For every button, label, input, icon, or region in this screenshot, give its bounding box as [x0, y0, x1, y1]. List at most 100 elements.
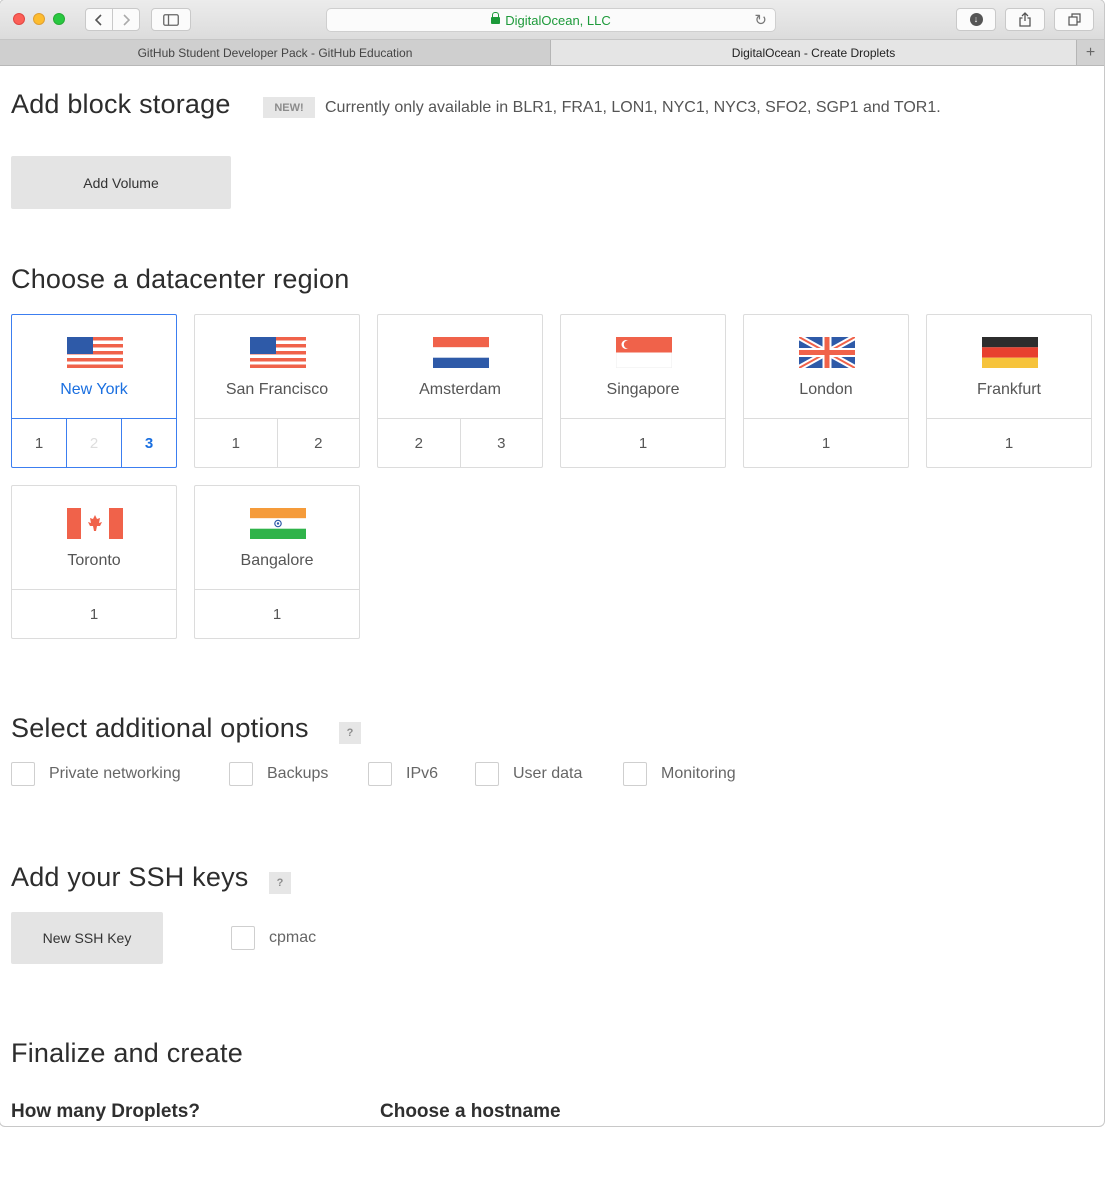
tab-label: GitHub Student Developer Pack - GitHub E… — [137, 45, 413, 60]
uk-flag-icon — [799, 337, 855, 368]
reload-icon[interactable]: ↻ — [754, 11, 767, 29]
options-help-icon[interactable]: ? — [339, 722, 361, 744]
us-flag-icon — [67, 337, 123, 368]
germany-flag-icon — [982, 337, 1038, 368]
ssh-key-cpmac[interactable]: cpmac — [231, 926, 316, 950]
datacenter-options: 1 — [561, 418, 725, 468]
region-name: Singapore — [606, 381, 680, 398]
share-button[interactable] — [1005, 8, 1045, 31]
option-label: Backups — [267, 765, 329, 782]
ssh-help-icon[interactable]: ? — [269, 872, 291, 894]
datacenter-options: 1 — [744, 418, 908, 468]
region-section-title: Choose a datacenter region — [11, 264, 350, 294]
browser-toolbar: DigitalOcean, LLC ↻ ↓ — [0, 0, 1104, 40]
ssh-key-label: cpmac — [269, 929, 317, 946]
tab-github-education[interactable]: GitHub Student Developer Pack - GitHub E… — [0, 40, 551, 65]
india-flag-icon — [250, 508, 306, 539]
option-backups[interactable]: Backups — [229, 762, 328, 786]
option-user-data[interactable]: User data — [475, 762, 582, 786]
canada-flag-icon — [67, 508, 123, 539]
region-amsterdam[interactable]: Amsterdam 2 3 — [377, 314, 543, 468]
chevron-right-icon — [123, 13, 130, 26]
datacenter-options: 1 — [12, 589, 176, 639]
sidebar-toggle-button[interactable] — [151, 8, 191, 31]
option-label: User data — [513, 765, 583, 782]
datacenter-option[interactable]: 2 — [276, 419, 360, 468]
hostname-label: Choose a hostname — [380, 1101, 561, 1122]
region-bangalore[interactable]: Bangalore 1 — [194, 485, 360, 639]
datacenter-option[interactable]: 1 — [927, 419, 1091, 468]
region-london[interactable]: London 1 — [743, 314, 909, 468]
datacenter-options: 1 2 — [195, 418, 359, 468]
download-icon: ↓ — [969, 13, 983, 26]
option-monitoring[interactable]: Monitoring — [623, 762, 736, 786]
datacenter-options: 1 — [195, 589, 359, 639]
lock-icon — [491, 12, 501, 25]
singapore-flag-icon — [616, 337, 672, 368]
finalize-section-title: Finalize and create — [11, 1038, 243, 1068]
forward-button[interactable] — [112, 9, 139, 30]
region-name: Toronto — [67, 552, 121, 569]
new-tab-button[interactable]: + — [1077, 40, 1104, 65]
ssh-section-title: Add your SSH keys — [11, 862, 249, 892]
datacenter-option-disabled: 2 — [66, 419, 121, 468]
droplet-count-label: How many Droplets? — [11, 1101, 200, 1122]
datacenter-options: 2 3 — [378, 418, 542, 468]
region-toronto[interactable]: Toronto 1 — [11, 485, 177, 639]
close-window-button[interactable] — [13, 13, 25, 25]
option-ipv6[interactable]: IPv6 — [368, 762, 438, 786]
netherlands-flag-icon — [433, 337, 489, 368]
chevron-left-icon — [95, 13, 102, 26]
option-label: Monitoring — [661, 765, 736, 782]
region-name: Amsterdam — [419, 381, 501, 398]
block-storage-title: Add block storage — [11, 89, 231, 119]
checkbox[interactable] — [368, 762, 392, 786]
region-name: London — [799, 381, 853, 398]
datacenter-option[interactable]: 1 — [744, 419, 908, 468]
datacenter-option[interactable]: 1 — [561, 419, 725, 468]
browser-window: DigitalOcean, LLC ↻ ↓ GitHub Student Dev… — [0, 0, 1104, 1126]
datacenter-option[interactable]: 1 — [195, 419, 277, 468]
datacenter-option[interactable]: 1 — [195, 590, 359, 639]
checkbox[interactable] — [475, 762, 499, 786]
region-frankfurt[interactable]: Frankfurt 1 — [926, 314, 1092, 468]
options-section-title: Select additional options — [11, 713, 309, 743]
region-san-francisco[interactable]: San Francisco 1 2 — [194, 314, 360, 468]
option-label: Private networking — [49, 765, 181, 782]
minimize-window-button[interactable] — [33, 13, 45, 25]
checkbox[interactable] — [11, 762, 35, 786]
checkbox[interactable] — [229, 762, 253, 786]
downloads-button[interactable]: ↓ — [956, 8, 996, 31]
tab-label: DigitalOcean - Create Droplets — [731, 45, 896, 60]
option-private-networking[interactable]: Private networking — [11, 762, 181, 786]
share-icon — [1019, 12, 1031, 27]
back-button[interactable] — [86, 9, 112, 30]
checkbox[interactable] — [623, 762, 647, 786]
datacenter-option[interactable]: 1 — [12, 590, 176, 639]
region-name: San Francisco — [225, 381, 329, 398]
region-singapore[interactable]: Singapore 1 — [560, 314, 726, 468]
availability-text: Currently only available in BLR1, FRA1, … — [325, 99, 941, 116]
new-ssh-key-button[interactable]: New SSH Key — [11, 912, 163, 964]
sidebar-icon — [163, 13, 179, 26]
datacenter-option[interactable]: 3 — [459, 419, 543, 468]
address-text: DigitalOcean, LLC — [505, 12, 611, 28]
tab-digitalocean[interactable]: DigitalOcean - Create Droplets — [551, 40, 1077, 65]
datacenter-option-selected[interactable]: 3 — [121, 419, 176, 468]
region-new-york[interactable]: New York 1 2 3 — [11, 314, 177, 468]
add-volume-button[interactable]: Add Volume — [11, 156, 231, 209]
region-name: Bangalore — [240, 552, 314, 569]
navigation-buttons — [85, 8, 140, 31]
checkbox[interactable] — [231, 926, 255, 950]
region-name: Frankfurt — [976, 381, 1041, 398]
datacenter-option[interactable]: 1 — [12, 419, 66, 468]
datacenter-options: 1 — [927, 418, 1091, 468]
zoom-window-button[interactable] — [53, 13, 65, 25]
tab-bar: GitHub Student Developer Pack - GitHub E… — [0, 40, 1104, 66]
region-name: New York — [60, 381, 128, 398]
address-bar[interactable]: DigitalOcean, LLC ↻ — [326, 8, 776, 32]
datacenter-option[interactable]: 2 — [378, 419, 460, 468]
show-tabs-button[interactable] — [1054, 8, 1094, 31]
datacenter-options: 1 2 3 — [12, 418, 176, 468]
new-badge: NEW! — [263, 97, 315, 118]
